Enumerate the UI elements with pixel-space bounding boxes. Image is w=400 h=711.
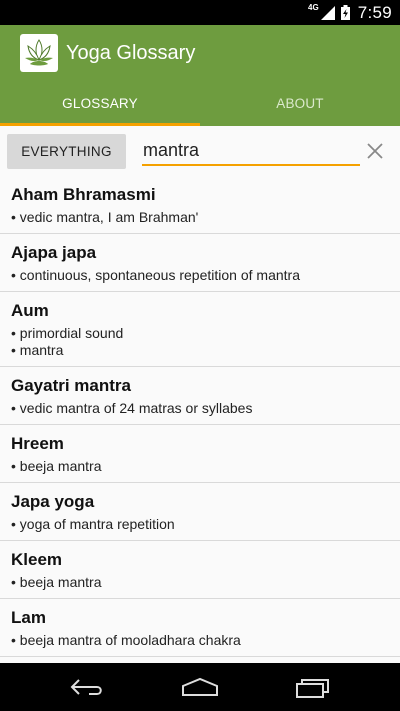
list-item[interactable]: Kleem • beeja mantra [0, 541, 400, 599]
network-type: 4G [308, 3, 319, 12]
entry-definition: • yoga of mantra repetition [11, 516, 175, 532]
entry-definition: • beeja mantra [11, 574, 102, 590]
close-icon[interactable] [366, 142, 384, 160]
entry-definition: • primordial sound [11, 325, 124, 341]
filter-button[interactable]: EVERYTHING [7, 134, 126, 169]
app-bar: Yoga Glossary [0, 25, 400, 81]
list-item[interactable]: Aham Bhramasmi • vedic mantra, I am Brah… [0, 176, 400, 234]
list-item[interactable]: Japa yoga • yoga of mantra repetition [0, 483, 400, 541]
entry-term: Hreem [11, 434, 64, 453]
list-item[interactable]: Hreem • beeja mantra [0, 425, 400, 483]
system-nav-bar [0, 663, 400, 711]
tab-bar: GLOSSARY ABOUT [0, 81, 400, 126]
entry-term: Ajapa japa [11, 243, 97, 262]
list-item[interactable]: Ajapa japa • continuous, spontaneous rep… [0, 234, 400, 292]
lotus-logo-icon [20, 34, 58, 72]
entry-definition: • beeja mantra of mooladhara chakra [11, 632, 241, 648]
list-item[interactable]: Aum • primordial sound • mantra [0, 292, 400, 367]
tab-about[interactable]: ABOUT [200, 81, 400, 126]
status-bar: 4G 7:59 [0, 0, 400, 25]
entry-term: Japa yoga [11, 492, 95, 511]
entry-definition: • mantra [11, 342, 64, 358]
list-item[interactable]: Lam • beeja mantra of mooladhara chakra [0, 599, 400, 657]
list-item[interactable]: Gayatri mantra • vedic mantra of 24 matr… [0, 367, 400, 425]
entry-term: Lam [11, 608, 46, 627]
back-icon[interactable] [57, 667, 117, 707]
tab-glossary[interactable]: GLOSSARY [0, 81, 200, 126]
entry-term: Gayatri mantra [11, 376, 131, 395]
clock: 7:59 [357, 2, 392, 22]
search-row: EVERYTHING [0, 126, 400, 176]
signal-icon [320, 5, 335, 20]
battery-charging-icon [340, 5, 350, 20]
home-icon[interactable] [170, 667, 230, 707]
glossary-list: Aham Bhramasmi • vedic mantra, I am Brah… [0, 176, 400, 657]
glossary-content: EVERYTHING Aham Bhramasmi • vedic mantra… [0, 126, 400, 663]
search-input[interactable] [142, 136, 360, 166]
entry-definition: • continuous, spontaneous repetition of … [11, 267, 300, 283]
entry-term: Kleem [11, 550, 63, 569]
entry-definition: • beeja mantra [11, 458, 102, 474]
entry-term: Aum [11, 301, 49, 320]
app-title: Yoga Glossary [66, 41, 196, 64]
recents-icon[interactable] [283, 667, 343, 707]
entry-definition: • vedic mantra, I am Brahman' [11, 209, 199, 225]
entry-term: Aham Bhramasmi [11, 185, 156, 204]
entry-definition: • vedic mantra of 24 matras or syllabes [11, 400, 253, 416]
